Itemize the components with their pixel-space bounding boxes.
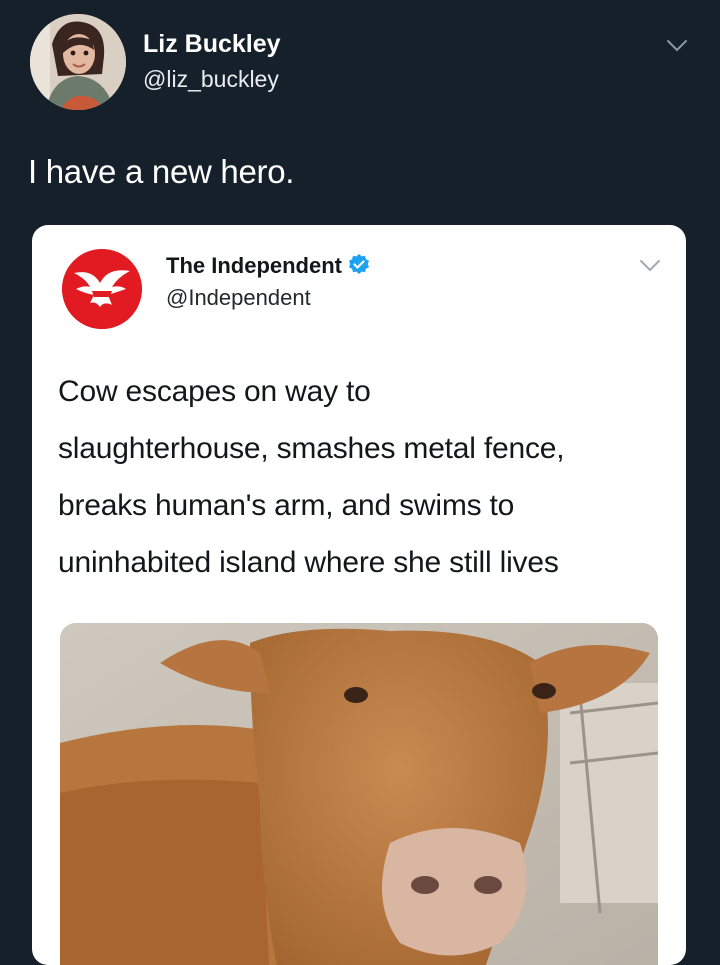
author-handle[interactable]: @liz_buckley (143, 66, 279, 93)
cow-photo[interactable] (60, 623, 658, 965)
quoted-text-line: breaks human's arm, and swims to (58, 489, 515, 522)
quoted-tweet-text: Cow escapes on way to slaughterhouse, sm… (58, 363, 668, 591)
quoted-text-line: Cow escapes on way to (58, 375, 371, 408)
chevron-down-icon[interactable] (638, 258, 662, 274)
verified-badge-icon (349, 254, 369, 274)
quoted-author-handle[interactable]: @Independent (166, 285, 311, 311)
author-name[interactable]: Liz Buckley (143, 30, 281, 59)
quoted-tweet-card[interactable]: The Independent @Independent Cow escapes… (32, 225, 686, 965)
avatar[interactable] (30, 14, 126, 110)
chevron-down-icon[interactable] (665, 38, 689, 54)
eagle-logo-icon[interactable] (62, 249, 142, 329)
quoted-author-name[interactable]: The Independent (166, 253, 371, 279)
quoted-text-line: slaughterhouse, smashes metal fence, (58, 432, 565, 465)
tweet-text: I have a new hero. (28, 153, 295, 190)
quoted-author-name-text: The Independent (166, 253, 342, 278)
avatar-photo-icon (30, 14, 126, 110)
outer-tweet: Liz Buckley @liz_buckley I have a new he… (0, 0, 720, 965)
quoted-text-line: uninhabited island where she still lives (58, 546, 559, 579)
